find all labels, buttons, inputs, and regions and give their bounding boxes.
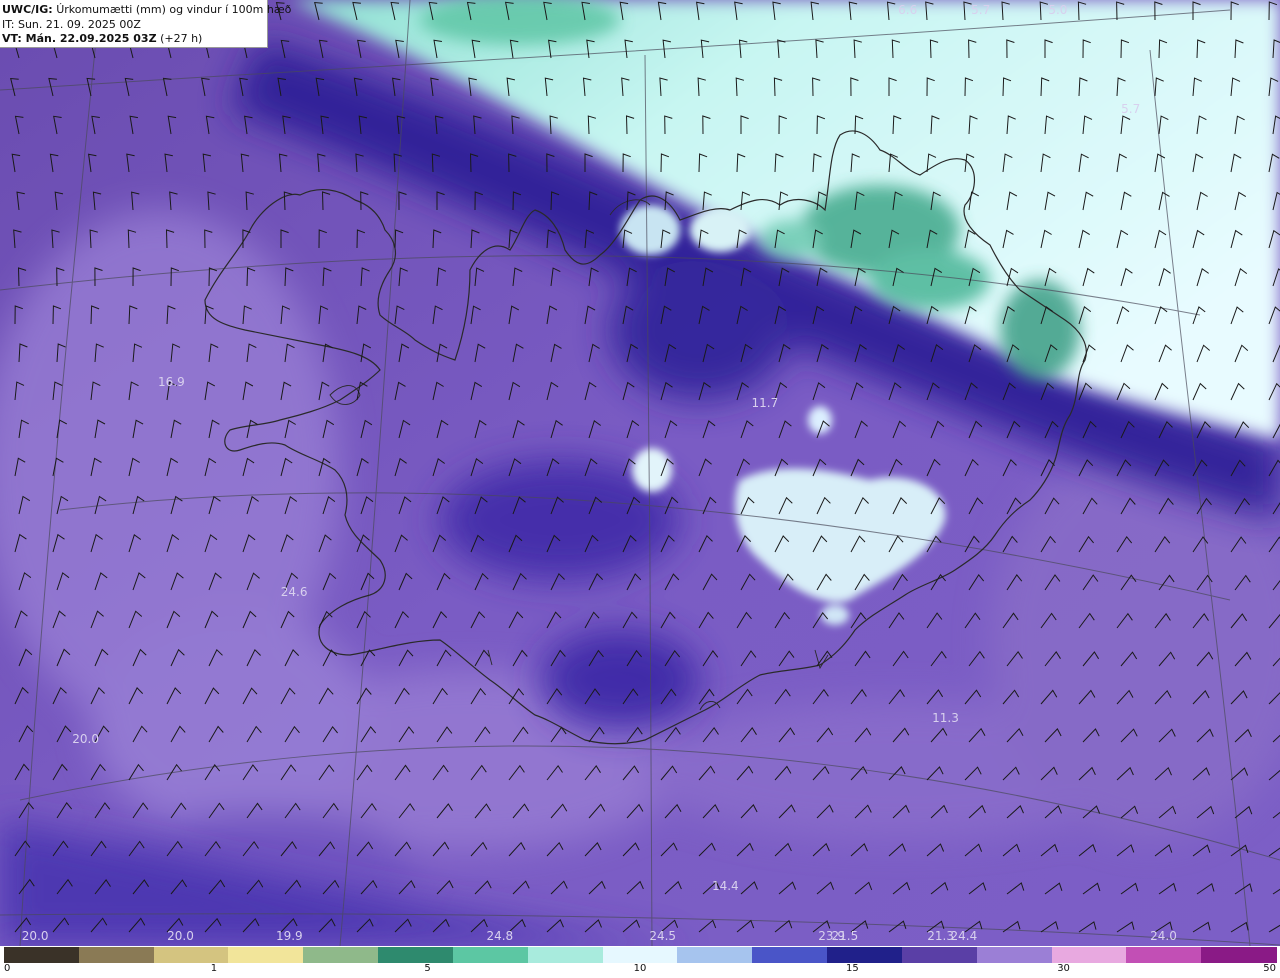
- precip-value-label: 21.3: [927, 929, 954, 943]
- map-header: UWC/IG: Úrkomumætti (mm) og vindur í 100…: [0, 0, 291, 48]
- precip-value-label: 16.9: [158, 375, 185, 389]
- lead-time: (+27 h): [160, 32, 203, 45]
- legend-tick-label: 15: [846, 963, 859, 974]
- precip-value-label: 5.7: [1121, 102, 1140, 116]
- legend-color-segment: [452, 947, 529, 963]
- valid-time-line: VT: Mán. 22.09.2025 03Z (+27 h): [2, 32, 267, 47]
- legend-tick-label: 50: [1263, 963, 1276, 974]
- legend-color-segment: [527, 947, 604, 963]
- legend-tick-label: 1: [210, 963, 218, 974]
- precip-value-label: 5.0: [1048, 3, 1067, 17]
- precip-value-label: 20.0: [22, 929, 49, 943]
- legend-tick-label: 5: [424, 963, 431, 974]
- product-label: UWC/IG:: [2, 3, 53, 16]
- legend-color-segment: [976, 947, 1053, 963]
- map-title: Úrkomumætti (mm) og vindur í 100m hæð: [56, 3, 292, 16]
- precip-value-label: 24.5: [649, 929, 676, 943]
- legend-color-segment: [827, 947, 903, 963]
- legend-color-segment: [78, 947, 155, 963]
- legend-color-segment: [1051, 947, 1128, 963]
- precip-value-label: 20.0: [72, 732, 99, 746]
- legend-color-segment: [228, 947, 305, 963]
- precipitation-map: 6.65.75.05.724.316.911.724.611.320.014.4…: [0, 0, 1280, 946]
- title-line: UWC/IG: Úrkomumætti (mm) og vindur í 100…: [2, 3, 291, 18]
- precip-value-label: 24.8: [486, 929, 513, 943]
- precip-value-label: 24.0: [1150, 929, 1177, 943]
- legend-color-segment: [1126, 947, 1203, 963]
- legend-color-segment: [752, 947, 829, 963]
- precip-value-label: 23.9: [818, 929, 845, 943]
- legend-color-segment: [1201, 947, 1277, 963]
- legend-color-segment: [602, 947, 679, 963]
- init-time: IT: Sun. 21. 09. 2025 00Z: [2, 17, 141, 31]
- legend-tick-label: 0: [4, 963, 11, 974]
- precip-value-label: 19.9: [276, 929, 303, 943]
- precip-value-label: 11.3: [932, 711, 959, 725]
- legend-tick-label: 30: [1057, 963, 1070, 974]
- valid-time: VT: Mán. 22.09.2025 03Z: [2, 32, 157, 45]
- legend-color-segment: [153, 947, 230, 963]
- precip-value-label: 14.4: [712, 879, 739, 893]
- legend-color-segment: [303, 947, 380, 963]
- precip-value-label: 20.0: [167, 929, 194, 943]
- precip-value-label: 11.7: [752, 396, 779, 410]
- precip-value-label: 24.6: [281, 585, 308, 599]
- legend-bar: [4, 947, 1277, 963]
- legend-color-segment: [4, 947, 80, 963]
- precip-value-label: 5.7: [971, 3, 990, 17]
- legend-color-segment: [901, 947, 978, 963]
- precip-value-label: 6.6: [898, 3, 917, 17]
- precip-value-label: 24.4: [951, 929, 978, 943]
- color-legend: 0 1 5 10 15 30 50: [0, 946, 1280, 978]
- legend-color-segment: [378, 947, 454, 963]
- legend-tick-label: 10: [633, 963, 647, 974]
- legend-color-segment: [677, 947, 754, 963]
